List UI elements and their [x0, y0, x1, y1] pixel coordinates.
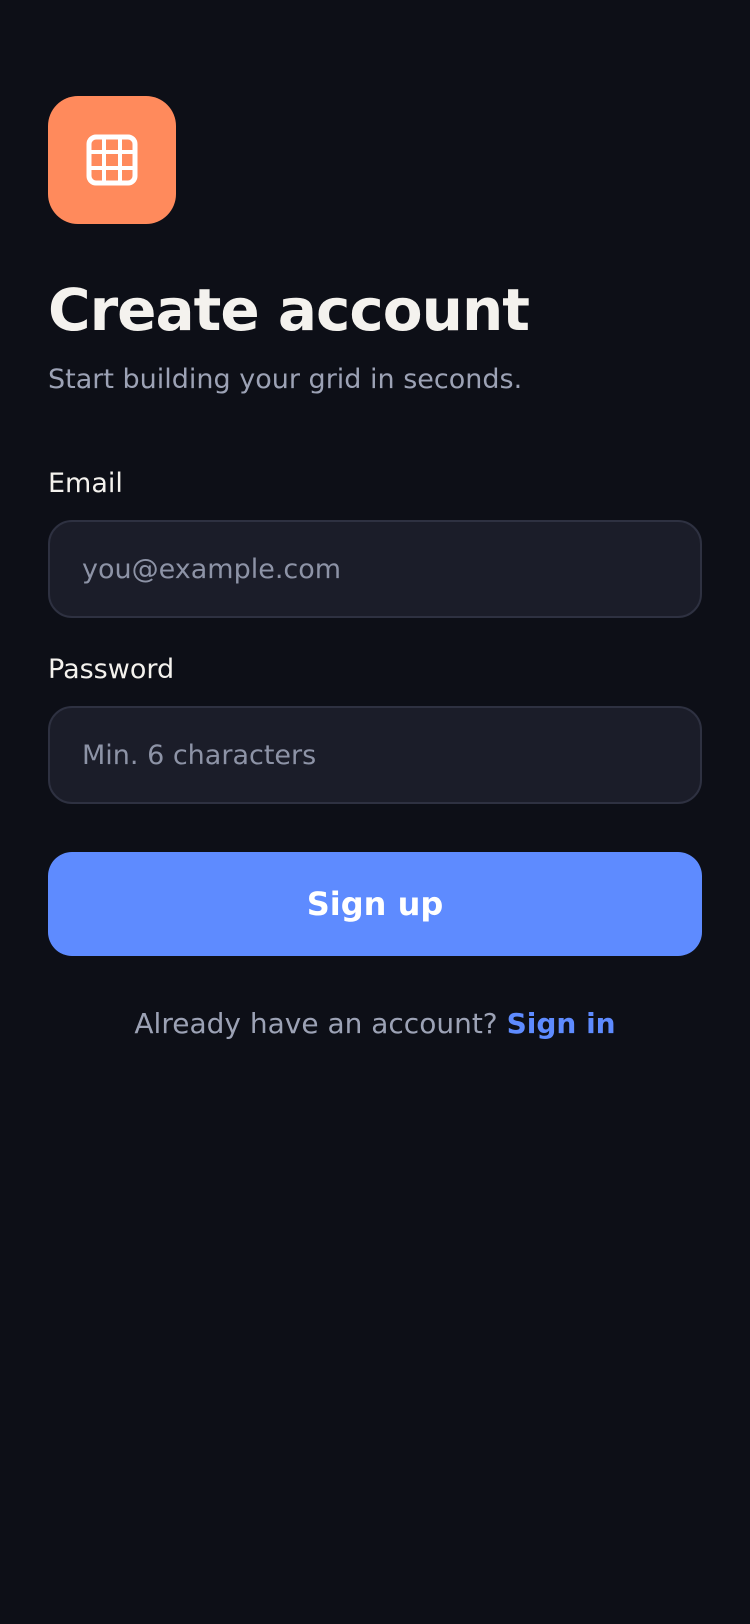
email-field[interactable]: [48, 520, 702, 618]
email-label: Email: [48, 468, 123, 499]
sign-in-prompt-text: Already have an account?: [134, 1007, 498, 1040]
sign-up-button[interactable]: Sign up: [48, 852, 702, 956]
page-title: Create account: [48, 276, 530, 344]
app-logo: [48, 96, 176, 224]
password-field[interactable]: [48, 706, 702, 804]
grid-icon: [86, 134, 138, 186]
sign-in-prompt: Already have an account? Sign in: [0, 1004, 750, 1044]
sign-in-link[interactable]: Sign in: [507, 1007, 616, 1040]
page-subtitle: Start building your grid in seconds.: [48, 364, 523, 395]
signup-screen: Create account Start building your grid …: [0, 0, 750, 1624]
password-label: Password: [48, 654, 175, 685]
